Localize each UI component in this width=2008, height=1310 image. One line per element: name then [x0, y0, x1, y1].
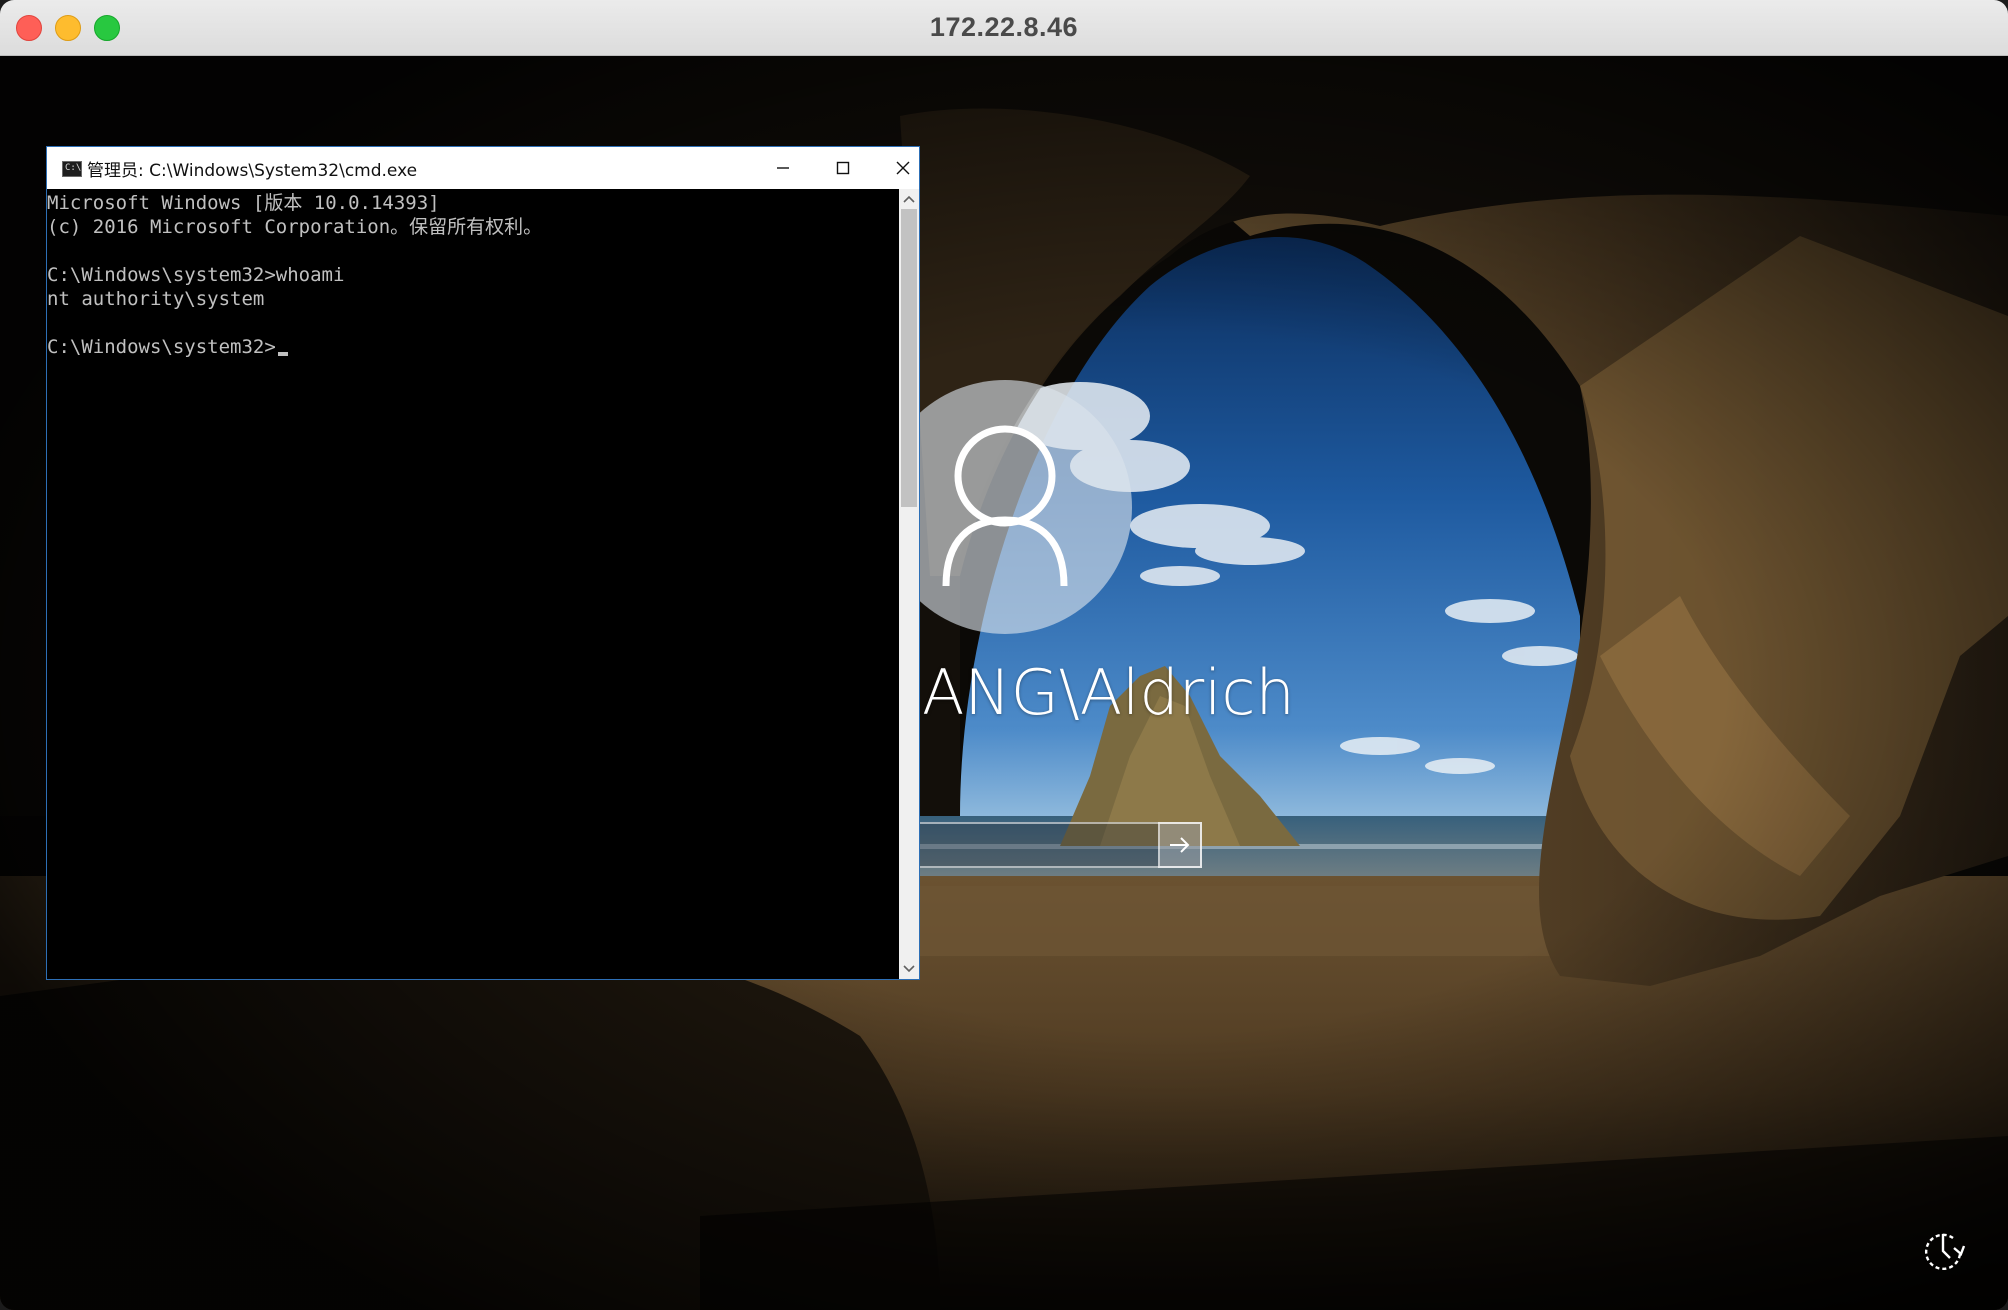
- close-icon: [896, 161, 910, 175]
- cmd-vertical-scrollbar[interactable]: [899, 189, 919, 979]
- cmd-maximize-button[interactable]: [813, 147, 873, 189]
- chevron-up-icon: [903, 195, 915, 203]
- cmd-minimize-button[interactable]: [753, 147, 813, 189]
- scroll-down-button[interactable]: [899, 959, 919, 979]
- remote-desktop-window: 172.22.8.46 ANG\Aldrich C:\ 管理员: C:\Wind…: [0, 0, 2008, 1310]
- console-line: Microsoft Windows [版本 10.0.14393]: [47, 192, 440, 214]
- cmd-console[interactable]: Microsoft Windows [版本 10.0.14393] (c) 20…: [47, 189, 899, 979]
- cmd-window[interactable]: C:\ 管理员: C:\Windows\System32\cmd.exe Mic…: [46, 146, 920, 980]
- scroll-up-button[interactable]: [899, 189, 919, 209]
- cmd-close-button[interactable]: [873, 147, 933, 189]
- lock-screen-user-name: ANG\Aldrich: [922, 656, 1295, 729]
- mac-title-bar[interactable]: 172.22.8.46: [0, 0, 2008, 56]
- arrow-right-icon: [1170, 837, 1190, 853]
- password-input[interactable]: [902, 822, 1202, 868]
- cmd-title-bar[interactable]: C:\ 管理员: C:\Windows\System32\cmd.exe: [47, 147, 919, 189]
- remote-desktop-screen[interactable]: ANG\Aldrich C:\ 管理员: C:\Windows\System32…: [0, 56, 2008, 1310]
- chevron-down-icon: [903, 965, 915, 973]
- cmd-title: 管理员: C:\Windows\System32\cmd.exe: [87, 161, 418, 181]
- cmd-icon: C:\: [62, 161, 82, 177]
- text-cursor: [277, 352, 288, 356]
- ease-of-access-icon[interactable]: [1920, 1228, 1966, 1274]
- maximize-icon: [836, 161, 850, 175]
- window-title: 172.22.8.46: [929, 12, 1079, 42]
- minimize-icon: [777, 167, 789, 169]
- scroll-thumb[interactable]: [901, 209, 917, 507]
- console-line: (c) 2016 Microsoft Corporation。保留所有权利。: [47, 216, 543, 238]
- console-prompt: C:\Windows\system32>: [47, 336, 276, 358]
- sign-in-submit-button[interactable]: [1158, 822, 1202, 868]
- console-line: C:\Windows\system32>whoami: [47, 264, 345, 286]
- console-prompt-line[interactable]: C:\Windows\system32>: [47, 335, 899, 359]
- console-line: nt authority\system: [47, 288, 265, 310]
